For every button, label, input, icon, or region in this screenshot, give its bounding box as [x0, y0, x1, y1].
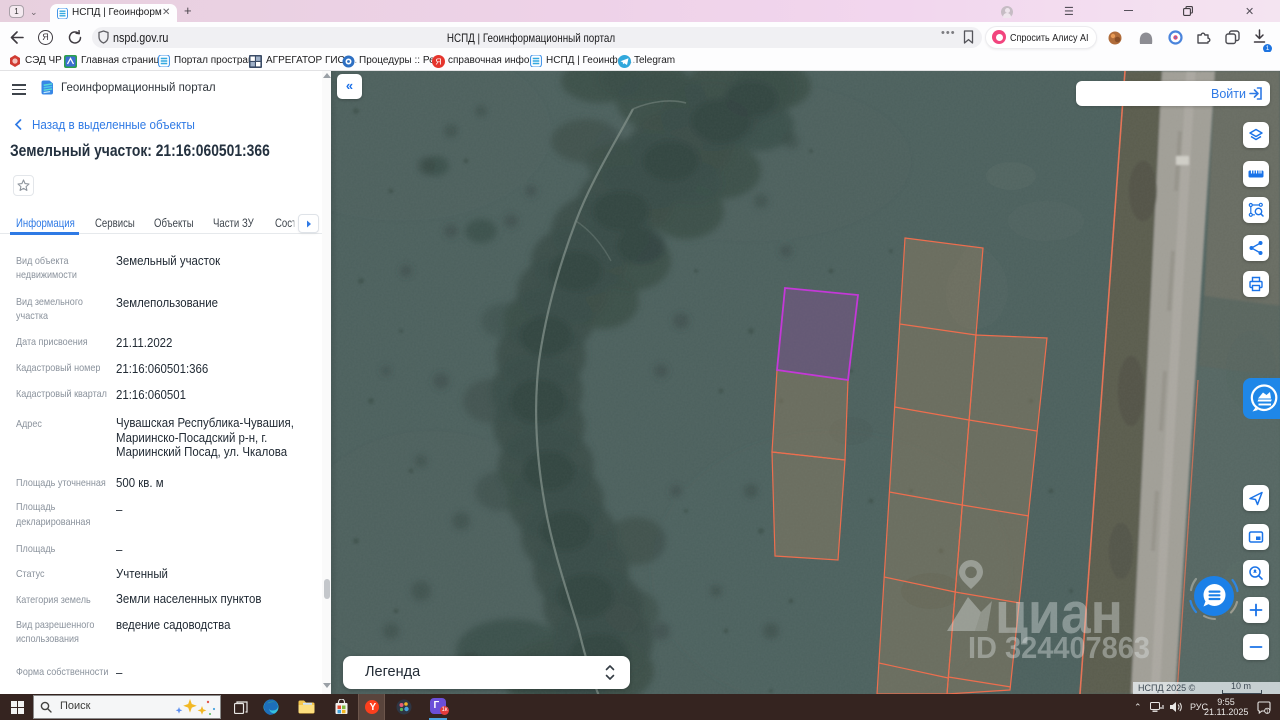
svg-text:Я: Я — [435, 57, 441, 67]
svg-text:ID 324407863: ID 324407863 — [968, 630, 1150, 665]
svg-text:1: 1 — [1266, 709, 1269, 714]
